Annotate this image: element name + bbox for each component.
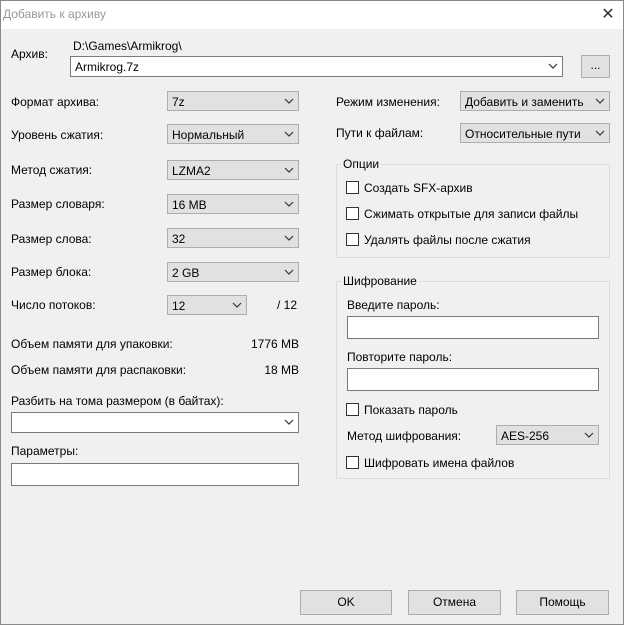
split-label: Разбить на тома размером (в байтах): [11,394,224,408]
close-icon[interactable]: ✕ [593,4,623,26]
memory-unpack-label: Объем памяти для распаковки: [11,363,187,377]
method-value: LZMA2 [172,164,211,178]
password-input[interactable] [347,316,599,339]
encrypt-names-label: Шифровать имена файлов [364,456,515,470]
chevron-down-icon [284,269,294,275]
show-password-checkbox[interactable] [346,403,359,416]
dictionary-value: 16 MB [172,198,207,212]
chevron-down-icon [284,167,294,173]
encryption-group-title: Шифрование [341,274,419,288]
dictionary-label: Размер словаря: [11,197,105,211]
method-select[interactable]: LZMA2 [167,160,299,180]
repeat-password-label: Повторите пароль: [347,350,453,364]
show-password-label: Показать пароль [364,403,458,417]
path-mode-label: Пути к файлам: [336,126,424,140]
update-mode-select[interactable]: Добавить и заменить [460,91,610,111]
path-mode-select[interactable]: Относительные пути [460,123,610,143]
chevron-down-icon [284,98,294,104]
ok-button[interactable]: OK [300,590,392,615]
archive-name-value: Armikrog.7z [75,60,140,74]
method-label: Метод сжатия: [11,163,93,177]
chevron-down-icon [284,201,294,207]
add-to-archive-dialog: Добавить к архиву ✕ Архив: D:\Games\Armi… [0,0,624,625]
password-label: Введите пароль: [347,298,440,312]
delete-after-label: Удалять файлы после сжатия [364,233,531,247]
update-mode-label: Режим изменения: [336,95,440,109]
shared-files-checkbox[interactable] [346,207,359,220]
sfx-label: Создать SFX-архив [364,181,473,195]
word-size-value: 32 [172,232,186,246]
chevron-down-icon [548,63,558,69]
help-button[interactable]: Помощь [516,590,609,615]
threads-max: / 12 [277,298,298,312]
split-volume-combo[interactable] [11,412,299,433]
word-size-label: Размер слова: [11,232,92,246]
threads-value: 12 [172,299,186,313]
path-mode-value: Относительные пути [465,127,581,141]
archive-path: D:\Games\Armikrog\ [73,39,182,53]
delete-after-checkbox[interactable] [346,233,359,246]
cancel-button[interactable]: Отмена [408,590,501,615]
encryption-method-value: AES-256 [501,429,550,443]
memory-unpack-value: 18 MB [264,363,299,377]
format-select[interactable]: 7z [167,91,299,111]
repeat-password-input[interactable] [347,368,599,391]
chevron-down-icon [232,302,242,308]
update-mode-value: Добавить и заменить [465,95,584,109]
dictionary-select[interactable]: 16 MB [167,194,299,214]
chevron-down-icon [284,235,294,241]
level-select[interactable]: Нормальный [167,124,299,144]
chevron-down-icon [284,131,294,137]
options-group-title: Опции [341,157,382,171]
threads-select[interactable]: 12 [167,295,247,315]
chevron-down-icon [595,98,605,104]
shared-files-label: Сжимать открытые для записи файлы [364,207,579,221]
format-value: 7z [172,95,185,109]
level-value: Нормальный [172,128,245,142]
chevron-down-icon [595,130,605,136]
encryption-method-select[interactable]: AES-256 [496,425,599,445]
threads-label: Число потоков: [11,298,96,312]
block-size-label: Размер блока: [11,265,92,279]
parameters-label: Параметры: [11,444,79,458]
memory-pack-label: Объем памяти для упаковки: [11,337,173,351]
format-label: Формат архива: [11,95,100,109]
encrypt-names-checkbox[interactable] [346,456,359,469]
chevron-down-icon [584,432,594,438]
browse-button[interactable]: ... [581,55,610,78]
block-size-value: 2 GB [172,266,200,280]
window-title: Добавить к архиву [3,7,106,21]
sfx-checkbox[interactable] [346,181,359,194]
block-size-select[interactable]: 2 GB [167,262,299,282]
memory-pack-value: 1776 MB [250,337,299,351]
archive-name-combo[interactable]: Armikrog.7z [70,56,563,77]
level-label: Уровень сжатия: [11,128,104,142]
word-size-select[interactable]: 32 [167,228,299,248]
chevron-down-icon [284,419,294,425]
archive-label: Архив: [11,47,48,61]
title-bar: Добавить к архиву ✕ [1,1,623,29]
parameters-input[interactable] [11,463,299,486]
encryption-method-label: Метод шифрования: [347,429,462,443]
